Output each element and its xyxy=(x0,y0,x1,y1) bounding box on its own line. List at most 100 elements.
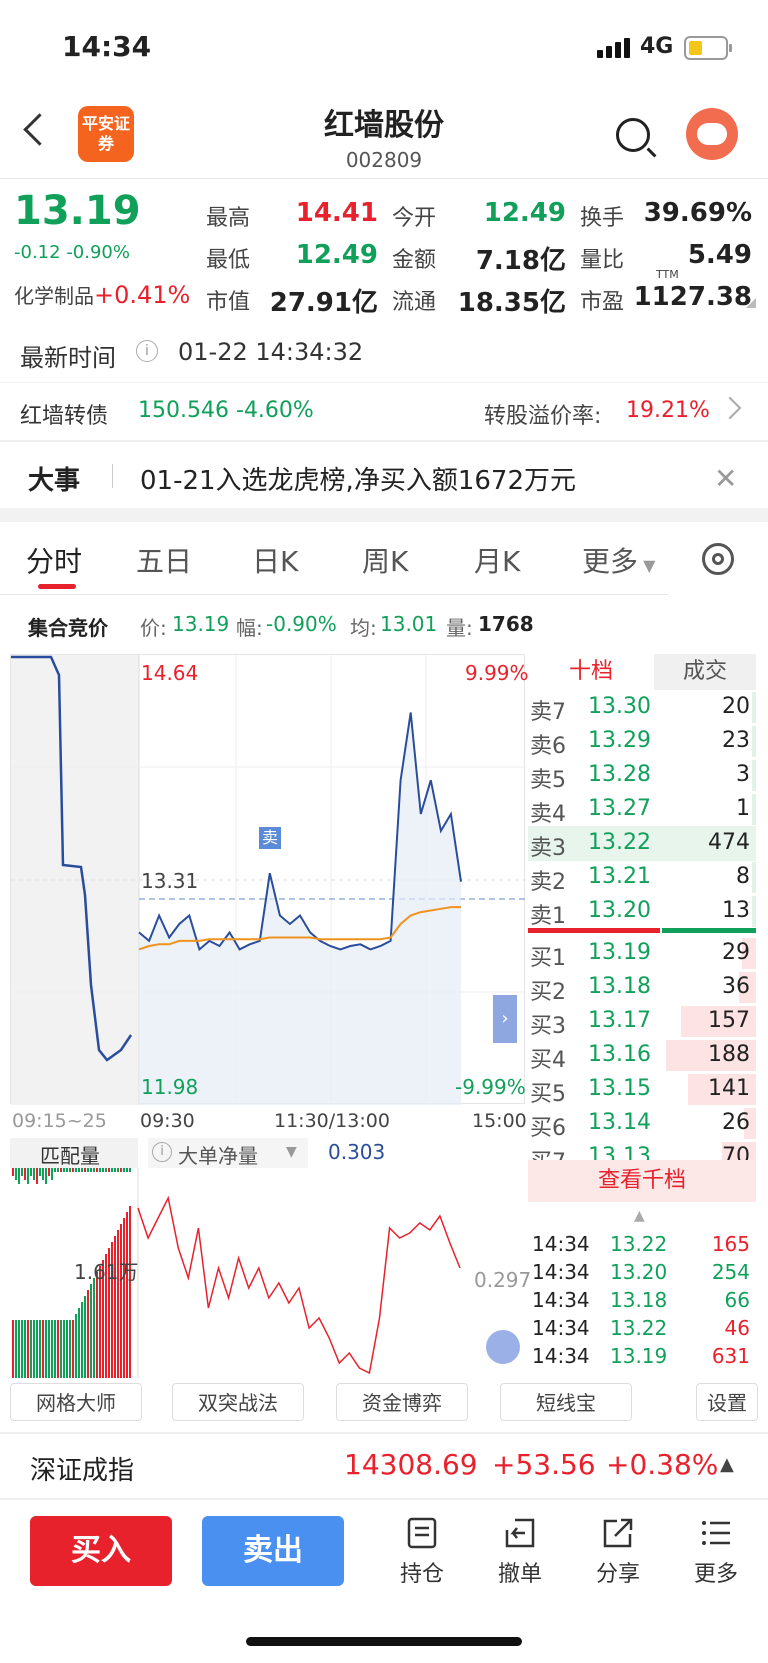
match-volume-bar xyxy=(96,1168,98,1172)
tab-trades[interactable]: 成交 xyxy=(654,654,756,690)
tool-grid-master[interactable]: 网格大师 xyxy=(10,1383,142,1421)
gear-icon[interactable] xyxy=(702,543,734,575)
tab-monthly-k[interactable]: 月K xyxy=(474,540,520,580)
ask-row[interactable]: 卖1 13.20 13 xyxy=(528,894,756,929)
bid-row[interactable]: 买5 13.15 141 xyxy=(528,1072,756,1107)
close-icon[interactable]: ✕ xyxy=(714,462,737,495)
convertible-price: 150.546 xyxy=(138,398,229,423)
tab-ten-levels[interactable]: 十档 xyxy=(528,654,654,690)
quote-value: 7.18亿 xyxy=(475,246,566,276)
buy-button[interactable]: 买入 xyxy=(30,1516,172,1586)
ask-row[interactable]: 卖5 13.28 3 xyxy=(528,758,756,793)
sub-current: 0.297 xyxy=(474,1268,532,1292)
tab-more[interactable]: 更多 ▼ xyxy=(582,540,655,580)
trade-price: 13.22 xyxy=(610,1232,668,1256)
sub-scale: 1.61万 xyxy=(74,1260,139,1284)
index-name: 深证成指 xyxy=(30,1456,135,1486)
time-label-mid: 11:30/13:00 xyxy=(274,1110,390,1132)
tab-weekly-k[interactable]: 周K xyxy=(362,540,408,580)
trade-volume: 254 xyxy=(711,1260,750,1284)
bid-row[interactable]: 买7 13.13 70 xyxy=(528,1140,756,1160)
ask-row[interactable]: 卖7 13.30 20 xyxy=(528,690,756,725)
convertible-bond-row[interactable]: 红墙转债 150.546 -4.60% 转股溢价率: 19.21% xyxy=(0,384,768,440)
ask-label: 卖7 xyxy=(530,700,566,725)
quote-value: 39.69% xyxy=(643,198,752,228)
more-label: 更多 xyxy=(693,1562,738,1587)
ask-row[interactable]: 卖4 13.27 1 xyxy=(528,792,756,827)
signal-icon xyxy=(597,38,633,58)
trade-time: 14:34 xyxy=(532,1288,590,1312)
bid-row[interactable]: 买6 13.14 26 xyxy=(528,1106,756,1141)
index-value: 14308.69 xyxy=(344,1448,478,1481)
divider xyxy=(112,464,113,488)
tool-capital-game[interactable]: 资金博弈 xyxy=(336,1383,468,1421)
volume-bar xyxy=(752,794,756,825)
expand-panel-icon[interactable]: › xyxy=(493,995,517,1043)
event-banner[interactable]: 大事 01-21入选龙虎榜,净买入额1672万元 ✕ xyxy=(0,442,768,508)
bid-row[interactable]: 买4 13.16 188 xyxy=(528,1038,756,1073)
indicator-selector[interactable]: i 大单净量 ▼ xyxy=(148,1138,308,1168)
quote-label: 今开 xyxy=(392,206,437,231)
auction-avg: 13.01 xyxy=(380,612,438,636)
ask-row[interactable]: 卖2 13.21 8 xyxy=(528,860,756,895)
index-change: +53.56 xyxy=(492,1448,596,1481)
section-gap xyxy=(0,508,768,522)
match-volume-bar xyxy=(117,1230,119,1378)
index-bar[interactable]: 深证成指 14308.69 +53.56 +0.38% ▲ xyxy=(0,1434,768,1498)
sector-change[interactable]: 化学制品+0.41% xyxy=(14,280,190,309)
tab-intraday[interactable]: 分时 xyxy=(26,540,82,580)
sub-chart[interactable]: 1.61万 0.297 xyxy=(10,1168,531,1378)
bid-volume: 70 xyxy=(722,1144,750,1160)
intraday-chart[interactable]: 14.64 9.99% 13.31 11.98 -9.99% 卖 › xyxy=(10,654,529,1105)
match-volume-bar xyxy=(60,1320,62,1378)
match-volume-bar xyxy=(87,1290,89,1378)
tool-short-term[interactable]: 短线宝 xyxy=(500,1383,632,1421)
more-button[interactable]: 更多 xyxy=(686,1516,746,1588)
view-more-levels-button[interactable]: 查看千档 xyxy=(528,1160,756,1202)
latest-time-label: 最新时间 xyxy=(20,344,116,372)
trade-row: 14:34 13.22 165 xyxy=(528,1232,756,1260)
ask-row[interactable]: 卖6 13.29 23 xyxy=(528,724,756,759)
avatar-icon[interactable] xyxy=(686,108,738,160)
tab-daily-k[interactable]: 日K xyxy=(252,540,298,580)
caret-up-icon[interactable]: ▲ xyxy=(634,1208,645,1224)
match-volume-bar xyxy=(15,1320,17,1378)
info-icon[interactable]: i xyxy=(136,340,158,362)
bid-volume: 26 xyxy=(722,1110,750,1135)
match-volume-bar xyxy=(39,1320,41,1378)
ask-row[interactable]: 卖3 13.22 474 xyxy=(528,826,756,861)
bid-volume: 29 xyxy=(722,940,750,965)
match-volume-bar xyxy=(63,1168,65,1172)
stock-name: 红墙股份 xyxy=(324,108,444,143)
bid-row[interactable]: 买1 13.19 29 xyxy=(528,936,756,971)
trade-row: 14:34 13.22 46 xyxy=(528,1316,756,1344)
ask-label: 卖5 xyxy=(530,768,566,793)
positions-button[interactable]: 持仓 xyxy=(392,1516,452,1588)
match-volume-bar xyxy=(93,1278,95,1378)
convertible-change: -4.60% xyxy=(236,398,314,423)
cancel-order-button[interactable]: 撤单 xyxy=(490,1516,550,1588)
home-indicator[interactable] xyxy=(246,1637,522,1646)
bid-row[interactable]: 买2 13.18 36 xyxy=(528,970,756,1005)
search-icon[interactable] xyxy=(616,118,650,152)
tool-settings[interactable]: 设置 xyxy=(696,1383,758,1421)
bid-price: 13.13 xyxy=(588,1144,651,1160)
match-volume-bar xyxy=(27,1168,29,1184)
trade-row: 14:34 13.20 254 xyxy=(528,1260,756,1288)
tab-five-day[interactable]: 五日 xyxy=(136,540,192,580)
bid-row[interactable]: 买3 13.17 157 xyxy=(528,1004,756,1039)
fullscreen-icon[interactable] xyxy=(486,1330,520,1364)
corner-icon xyxy=(746,298,756,308)
sell-button[interactable]: 卖出 xyxy=(202,1516,344,1586)
match-volume-bar xyxy=(36,1320,38,1378)
match-volume-bar xyxy=(45,1168,47,1184)
quote-label: 最低 xyxy=(206,248,251,273)
tool-double-breakout[interactable]: 双突战法 xyxy=(172,1383,304,1421)
avg-label: 均: xyxy=(350,616,377,640)
caret-up-icon: ▲ xyxy=(720,1454,734,1475)
match-volume-bar xyxy=(54,1168,56,1172)
sub-chart-left-label: 匹配量 xyxy=(40,1144,100,1168)
price-area-fill xyxy=(139,712,461,1105)
bid-label: 买3 xyxy=(530,1014,566,1039)
share-button[interactable]: 分享 xyxy=(588,1516,648,1588)
